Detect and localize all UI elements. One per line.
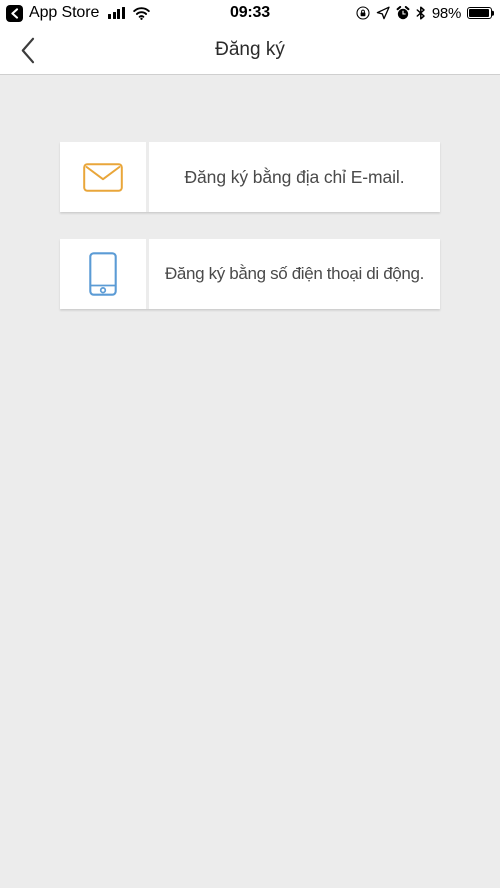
- location-arrow-icon: [376, 6, 390, 20]
- signup-option-phone-label: Đăng ký bằng số điện thoại di động.: [164, 264, 424, 283]
- nav-back-button[interactable]: [0, 26, 56, 75]
- rotation-lock-icon: [356, 6, 370, 20]
- page-title: Đăng ký: [215, 39, 285, 60]
- email-icon-cell: [60, 142, 146, 212]
- phone-icon-cell: [60, 239, 146, 309]
- mobile-phone-icon: [89, 252, 117, 296]
- envelope-icon: [83, 162, 123, 192]
- alarm-clock-icon: [396, 6, 410, 20]
- navigation-bar: Đăng ký: [0, 26, 500, 75]
- status-bar-right: 98%: [356, 4, 495, 22]
- carrier-label: App Store: [29, 4, 100, 21]
- signup-option-phone[interactable]: Đăng ký bằng số điện thoại di động.: [60, 239, 440, 309]
- bluetooth-icon: [416, 6, 426, 20]
- phone-label-cell: Đăng ký bằng số điện thoại di động.: [149, 239, 440, 309]
- signup-option-email-label: Đăng ký bằng địa chỉ E-mail.: [184, 166, 405, 187]
- status-bar: App Store 09:33 98%: [0, 0, 500, 26]
- signup-options-list: Đăng ký bằng địa chỉ E-mail. Đăng ký bằn…: [0, 75, 500, 309]
- chevron-left-icon: [20, 37, 36, 64]
- cellular-signal-icon: [108, 7, 125, 19]
- signup-option-email[interactable]: Đăng ký bằng địa chỉ E-mail.: [60, 142, 440, 212]
- wifi-icon: [133, 6, 150, 20]
- battery-percent-label: 98%: [431, 4, 461, 22]
- battery-icon: [467, 7, 495, 19]
- status-bar-left: App Store: [6, 4, 150, 22]
- app-store-back-badge-icon[interactable]: [6, 4, 23, 22]
- email-label-cell: Đăng ký bằng địa chỉ E-mail.: [149, 142, 440, 212]
